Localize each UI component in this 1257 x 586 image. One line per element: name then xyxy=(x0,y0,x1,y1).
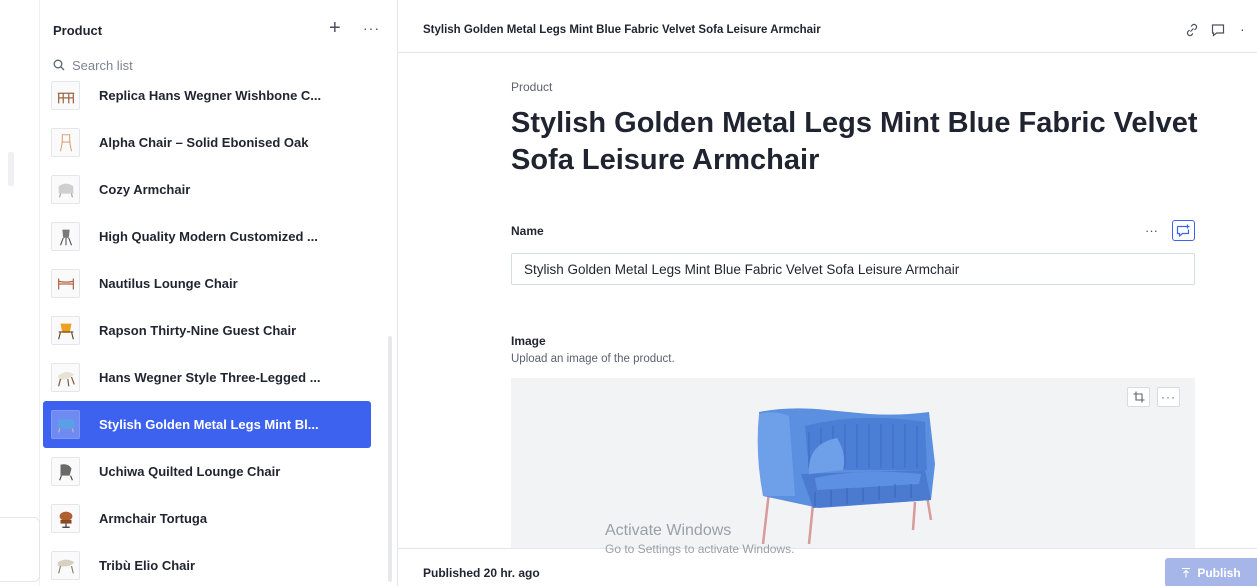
list-item-label: Tribù Elio Chair xyxy=(99,558,196,573)
cozy-armchair-thumb xyxy=(51,175,80,204)
publish-arrow-icon xyxy=(1182,567,1191,577)
list-item[interactable]: Alpha Chair – Solid Ebonised Oak xyxy=(43,119,371,166)
document-type-label: Product xyxy=(511,80,553,94)
image-field-label: Image xyxy=(511,334,546,348)
crop-button[interactable] xyxy=(1127,387,1150,407)
list-item[interactable]: Hans Wegner Style Three-Legged ... xyxy=(43,354,371,401)
gutter-marker xyxy=(8,152,14,186)
add-document-button[interactable]: + xyxy=(329,18,341,38)
list-header: Product + ··· xyxy=(40,0,398,52)
link-icon[interactable] xyxy=(1184,22,1200,38)
list-title: Product xyxy=(53,23,103,38)
publish-status: Published 20 hr. ago xyxy=(423,566,540,580)
document-more-button[interactable]: · xyxy=(1240,21,1256,37)
list-item-label: Armchair Tortuga xyxy=(99,511,208,526)
list-item-label: Stylish Golden Metal Legs Mint Bl... xyxy=(99,417,319,432)
list-item[interactable]: Nautilus Lounge Chair xyxy=(43,260,371,307)
list-item[interactable]: Replica Hans Wegner Wishbone C... xyxy=(43,72,371,119)
list-item-label: Nautilus Lounge Chair xyxy=(99,276,238,291)
list-item-label: Alpha Chair – Solid Ebonised Oak xyxy=(99,135,309,150)
list-item[interactable]: High Quality Modern Customized ... xyxy=(43,213,371,260)
list-more-options-button[interactable]: ··· xyxy=(363,20,380,36)
image-field-description: Upload an image of the product. xyxy=(511,353,675,365)
elio-chair-thumb xyxy=(51,551,80,580)
search-icon xyxy=(53,59,65,71)
list-item-label: Uchiwa Quilted Lounge Chair xyxy=(99,464,281,479)
uchiwa-chair-thumb xyxy=(51,457,80,486)
name-input[interactable] xyxy=(511,253,1195,285)
list-item[interactable]: Cozy Armchair xyxy=(43,166,371,213)
list-item-label: High Quality Modern Customized ... xyxy=(99,229,318,244)
comment-icon[interactable] xyxy=(1210,22,1226,38)
publish-button[interactable]: Publish xyxy=(1165,558,1257,586)
list-item-label: Hans Wegner Style Three-Legged ... xyxy=(99,370,321,385)
nautilus-chair-thumb xyxy=(51,269,80,298)
document-pane: Stylish Golden Metal Legs Mint Blue Fabr… xyxy=(398,0,1257,586)
publish-button-label: Publish xyxy=(1197,565,1241,580)
alpha-chair-thumb xyxy=(51,128,80,157)
name-field-comment-button[interactable] xyxy=(1172,220,1195,241)
list-item[interactable]: Rapson Thirty-Nine Guest Chair xyxy=(43,307,371,354)
list-item[interactable]: Stylish Golden Metal Legs Mint Bl... xyxy=(43,401,371,448)
wishbone-chair-thumb xyxy=(51,81,80,110)
document-list: Replica Hans Wegner Wishbone C... Alpha C… xyxy=(43,72,371,586)
rapson-chair-thumb xyxy=(51,316,80,345)
document-title: Stylish Golden Metal Legs Mint Blue Fabr… xyxy=(511,107,1198,176)
crop-icon xyxy=(1133,391,1144,403)
image-preview[interactable]: ··· xyxy=(511,378,1195,553)
name-field-more-button[interactable]: ··· xyxy=(1145,223,1158,238)
image-more-button[interactable]: ··· xyxy=(1157,387,1180,407)
app-left-gutter xyxy=(0,0,40,586)
list-item-label: Replica Hans Wegner Wishbone C... xyxy=(99,88,322,103)
blue-armchair-thumb xyxy=(51,410,80,439)
list-item-label: Cozy Armchair xyxy=(99,182,191,197)
modern-chair-thumb xyxy=(51,222,80,251)
list-item-label: Rapson Thirty-Nine Guest Chair xyxy=(99,323,297,338)
three-legged-chair-thumb xyxy=(51,363,80,392)
list-item[interactable]: Tribù Elio Chair xyxy=(43,542,371,586)
blue-armchair-image xyxy=(757,408,935,545)
list-item[interactable]: Armchair Tortuga xyxy=(43,495,371,542)
add-comment-icon xyxy=(1176,224,1190,237)
list-scrollbar[interactable] xyxy=(388,336,392,582)
document-header: Stylish Golden Metal Legs Mint Blue Fabr… xyxy=(398,0,1257,53)
document-footer: Published 20 hr. ago Publish xyxy=(398,548,1257,586)
name-field-label: Name xyxy=(511,224,544,238)
gutter-bottom-card xyxy=(0,517,40,582)
document-list-pane: Product + ··· Replica Hans Wegner Wishbo… xyxy=(40,0,398,586)
tortuga-chair-thumb xyxy=(51,504,80,533)
document-header-title: Stylish Golden Metal Legs Mint Blue Fabr… xyxy=(423,24,821,36)
list-item[interactable]: Uchiwa Quilted Lounge Chair xyxy=(43,448,371,495)
search-input[interactable] xyxy=(72,57,352,73)
